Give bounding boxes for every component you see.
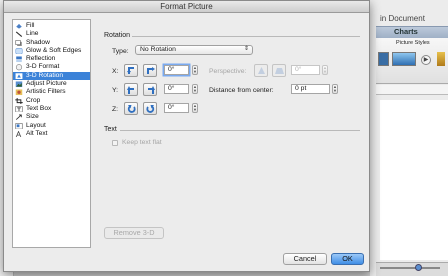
z-rotation-stepper[interactable]: ▲ ▼ [192, 103, 198, 113]
format-picture-dialog: Format Picture Fill Line Shadow Glow & S… [3, 0, 370, 272]
select-arrows-icon: ⇕ [243, 46, 249, 52]
rotate-up-icon [127, 86, 134, 94]
adjust-picture-icon [15, 81, 23, 88]
picture-style-thumbnail[interactable] [378, 52, 389, 66]
section-divider [120, 130, 360, 131]
y-rotation-input[interactable]: 0° [164, 84, 189, 94]
distance-stepper[interactable]: ▲ ▼ [332, 84, 338, 94]
type-label: Type: [112, 48, 129, 55]
ribbon-group-picture-styles: Picture Styles [396, 40, 430, 46]
sidebar-item-crop[interactable]: Crop [13, 97, 90, 105]
ok-button[interactable]: OK [331, 253, 364, 265]
zoom-slider-track[interactable] [380, 267, 440, 269]
y-label: Y: [112, 87, 119, 94]
perspective-widen-icon [275, 68, 284, 74]
perspective-stepper[interactable]: ▲ ▼ [322, 65, 328, 75]
cancel-button[interactable]: Cancel [283, 253, 327, 265]
rotate-counterclockwise-icon [127, 105, 136, 113]
x-rotate-left-button[interactable] [124, 64, 138, 77]
distance-from-center-input[interactable]: 0 pt [291, 84, 330, 94]
crop-icon [15, 97, 23, 105]
x-label: X: [112, 68, 119, 75]
sidebar-item-alt-text[interactable]: Alt Text [13, 130, 90, 138]
sidebar-item-line[interactable]: Line [13, 30, 90, 38]
layout-icon [15, 122, 23, 129]
category-list: Fill Line Shadow Glow & Soft Edges Refle… [12, 19, 91, 248]
text-box-icon [15, 106, 23, 113]
ribbon-tab-charts[interactable]: Charts [394, 27, 418, 36]
sidebar-item-layout[interactable]: Layout [13, 122, 90, 130]
keep-text-flat-label: Keep text flat [122, 139, 162, 146]
document-page [380, 100, 448, 260]
shadow-icon [15, 39, 22, 46]
perspective-narrow-icon [258, 67, 265, 74]
perspective-widen-button[interactable] [272, 64, 286, 77]
y-rotation-stepper[interactable]: ▲ ▼ [192, 84, 198, 94]
status-bar [376, 262, 448, 276]
rotation-section-title: Rotation [104, 32, 131, 39]
rotate-down-icon [148, 86, 155, 94]
zoom-slider-knob[interactable] [415, 264, 422, 271]
sidebar-item-adjust-picture[interactable]: Adjust Picture [13, 80, 90, 88]
background-doc-title: in Document [380, 14, 425, 23]
section-divider [132, 36, 360, 37]
3d-format-icon [15, 64, 23, 71]
rotate-clockwise-icon [146, 105, 155, 113]
y-rotate-up-button[interactable] [124, 83, 138, 96]
perspective-narrow-button[interactable] [254, 64, 268, 77]
3d-rotation-icon [15, 73, 23, 80]
ruler [376, 85, 448, 95]
z-rotation-input[interactable]: 0° [164, 103, 189, 113]
perspective-input[interactable]: 0° [291, 65, 320, 75]
sidebar-item-text-box[interactable]: Text Box [13, 105, 90, 113]
y-rotate-down-button[interactable] [143, 83, 157, 96]
alt-text-icon [15, 130, 22, 138]
perspective-label: Perspective: [209, 68, 247, 75]
gallery-next-icon[interactable]: ▶ [421, 55, 431, 65]
rotate-right-icon [147, 67, 155, 74]
z-label: Z: [112, 106, 119, 113]
dialog-title: Format Picture [4, 1, 369, 13]
sidebar-item-size[interactable]: Size [13, 113, 90, 121]
size-icon [15, 114, 22, 121]
z-rotate-counterclockwise-button[interactable] [124, 102, 138, 115]
picture-style-thumbnail[interactable] [392, 52, 416, 66]
line-icon [15, 31, 23, 38]
sidebar-item-3d-format[interactable]: 3-D Format [13, 63, 90, 71]
glow-icon [15, 48, 23, 55]
remove-3d-button[interactable]: Remove 3-D [104, 227, 164, 239]
reflection-icon [16, 56, 22, 63]
rotate-left-icon [127, 67, 134, 74]
fill-icon [16, 23, 22, 29]
text-section-title: Text [104, 126, 117, 133]
pen-icon[interactable] [437, 52, 445, 66]
rotation-type-select[interactable]: No Rotation ⇕ [135, 45, 253, 55]
z-rotate-clockwise-button[interactable] [143, 102, 157, 115]
sidebar-item-shadow[interactable]: Shadow [13, 39, 90, 47]
sidebar-item-reflection[interactable]: Reflection [13, 55, 90, 63]
sidebar-item-glow-soft-edges[interactable]: Glow & Soft Edges [13, 47, 90, 55]
distance-from-center-label: Distance from center: [209, 87, 274, 94]
keep-text-flat-checkbox[interactable] [112, 140, 118, 146]
x-rotation-input[interactable]: 0° [164, 65, 189, 75]
x-rotate-right-button[interactable] [143, 64, 157, 77]
sidebar-item-3d-rotation[interactable]: 3-D Rotation [13, 71, 90, 81]
x-rotation-stepper[interactable]: ▲ ▼ [192, 65, 198, 75]
sidebar-item-artistic-filters[interactable]: Artistic Filters [13, 88, 90, 96]
artistic-filters-icon [15, 89, 23, 96]
sidebar-item-fill[interactable]: Fill [13, 22, 90, 30]
